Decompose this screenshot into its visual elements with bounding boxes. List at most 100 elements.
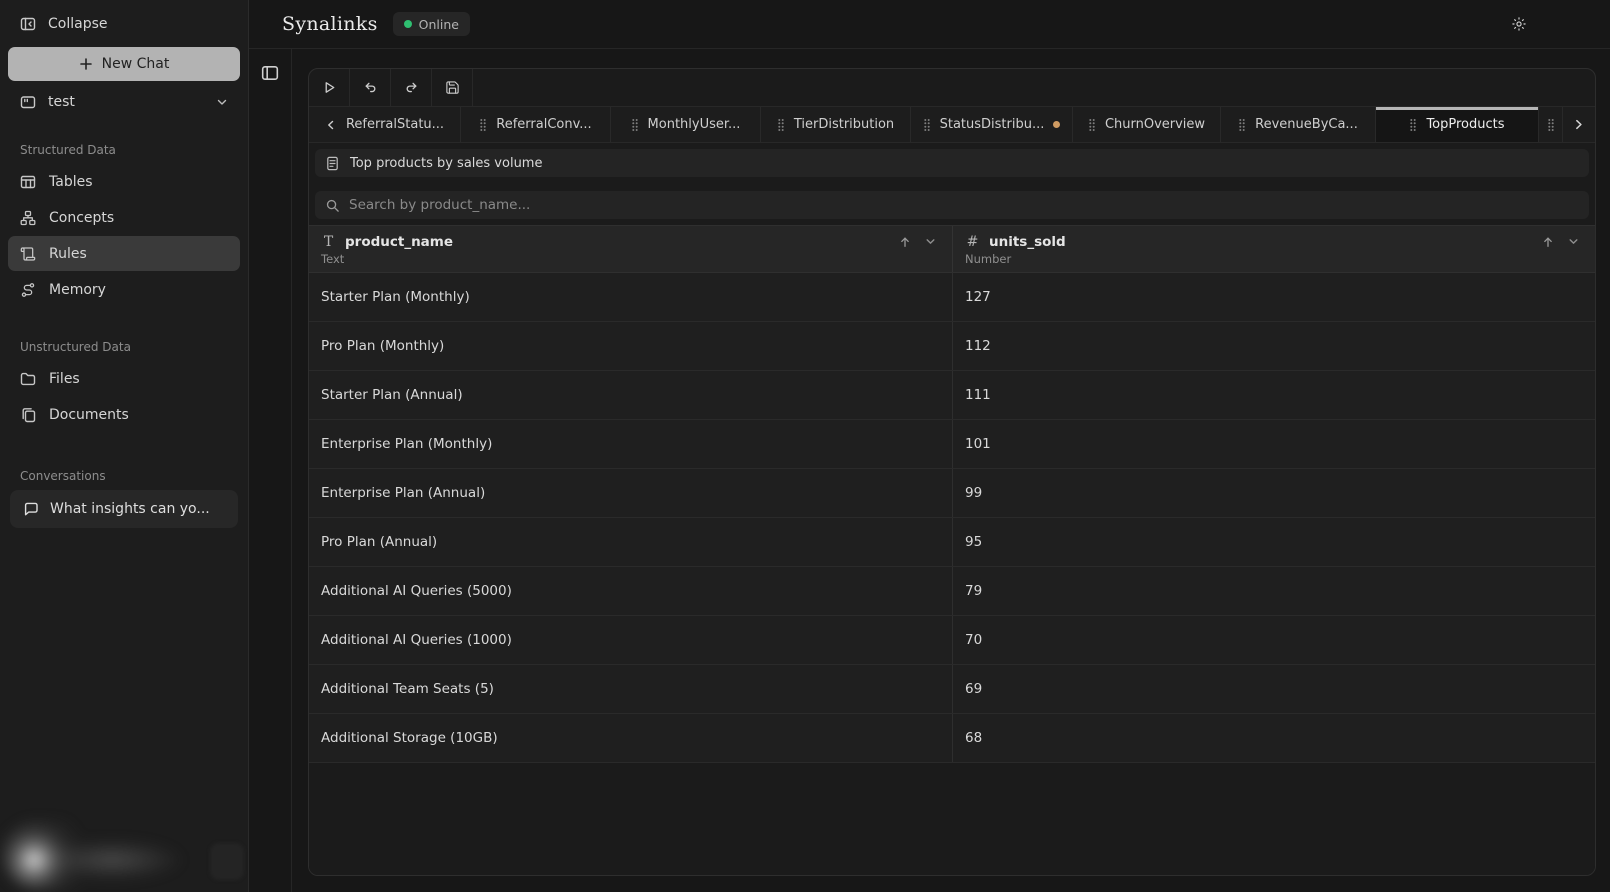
cell-product-name[interactable]: Additional Storage (10GB): [309, 714, 952, 762]
tab-referralconv[interactable]: ReferralConv...: [461, 107, 611, 142]
drag-handle-icon[interactable]: [1409, 118, 1417, 132]
undo-button[interactable]: [350, 69, 391, 106]
cell-product-name[interactable]: Starter Plan (Annual): [309, 371, 952, 419]
documents-copy-icon: [20, 407, 36, 423]
table-row[interactable]: Pro Plan (Annual) 95: [309, 518, 1595, 567]
online-dot-icon: [403, 20, 412, 28]
section-structured-data: Structured Data: [20, 143, 116, 157]
partial-tab[interactable]: [1539, 107, 1563, 142]
tab-topproducts[interactable]: TopProducts: [1376, 107, 1539, 142]
column-type: Text: [321, 251, 345, 266]
drag-handle-icon[interactable]: [923, 118, 931, 132]
cell-product-name[interactable]: Enterprise Plan (Annual): [309, 469, 952, 517]
save-button[interactable]: [432, 69, 473, 106]
tab-bar: ReferralStatu... ReferralConv... Monthly…: [309, 107, 1595, 143]
cell-units-sold[interactable]: 127: [952, 273, 1595, 321]
drag-handle-icon: [1547, 118, 1555, 132]
table-row[interactable]: Additional Team Seats (5) 69: [309, 665, 1595, 714]
main-column: Synalinks Online ReferralStatu... Referr…: [249, 0, 1610, 892]
tab-label: RevenueByCa...: [1255, 117, 1358, 132]
column-header-product-name[interactable]: T product_name Text: [309, 226, 952, 272]
toggle-sidebar-button[interactable]: [256, 64, 284, 92]
tab-statusdistribution[interactable]: StatusDistribu...: [911, 107, 1073, 142]
cell-units-sold[interactable]: 70: [952, 616, 1595, 664]
cell-units-sold[interactable]: 95: [952, 518, 1595, 566]
cell-units-sold[interactable]: 112: [952, 322, 1595, 370]
sidebar-item-documents[interactable]: Documents: [8, 397, 240, 432]
conversation-item[interactable]: What insights can yo...: [10, 490, 238, 528]
tab-scroll-right-button[interactable]: [1563, 107, 1593, 142]
tab-tierdistribution[interactable]: TierDistribution: [761, 107, 911, 142]
project-item-test[interactable]: test: [8, 88, 240, 116]
cell-product-name[interactable]: Starter Plan (Monthly): [309, 273, 952, 321]
drag-handle-icon[interactable]: [1238, 118, 1246, 132]
blurred-corner-button: [210, 843, 244, 880]
tab-monthlyuser[interactable]: MonthlyUser...: [611, 107, 761, 142]
cell-product-name[interactable]: Additional AI Queries (1000): [309, 616, 952, 664]
cell-units-sold[interactable]: 111: [952, 371, 1595, 419]
sidebar-item-rules[interactable]: Rules: [8, 236, 240, 271]
table-row[interactable]: Starter Plan (Monthly) 127: [309, 273, 1595, 322]
column-menu-chevron-icon[interactable]: [1568, 236, 1579, 247]
search-bar: [315, 191, 1589, 219]
drag-handle-icon[interactable]: [1088, 118, 1096, 132]
cell-product-name[interactable]: Pro Plan (Monthly): [309, 322, 952, 370]
sidebar-item-label: Documents: [49, 406, 129, 423]
tab-revenuebycategory[interactable]: RevenueByCa...: [1221, 107, 1376, 142]
search-icon: [325, 198, 340, 213]
search-input[interactable]: [349, 197, 1579, 213]
cell-units-sold[interactable]: 99: [952, 469, 1595, 517]
sidebar-item-label: Tables: [49, 173, 93, 190]
project-name: test: [48, 94, 75, 110]
cell-product-name[interactable]: Additional Team Seats (5): [309, 665, 952, 713]
top-header: Synalinks Online: [249, 0, 1610, 49]
cell-units-sold[interactable]: 69: [952, 665, 1595, 713]
cell-product-name[interactable]: Pro Plan (Annual): [309, 518, 952, 566]
new-chat-label: New Chat: [101, 56, 170, 72]
table-row[interactable]: Enterprise Plan (Annual) 99: [309, 469, 1595, 518]
tab-label: MonthlyUser...: [647, 117, 741, 132]
chevron-down-icon[interactable]: [216, 96, 228, 108]
theme-toggle-button[interactable]: [1504, 9, 1534, 39]
new-chat-button[interactable]: New Chat: [8, 47, 240, 81]
cell-units-sold[interactable]: 68: [952, 714, 1595, 762]
blurred-logo: [2, 820, 187, 890]
sort-arrow-up-icon[interactable]: [1541, 235, 1555, 249]
cell-product-name[interactable]: Enterprise Plan (Monthly): [309, 420, 952, 468]
panel-toggle-strip: [249, 49, 292, 892]
sidebar-item-memory[interactable]: Memory: [8, 272, 240, 307]
cell-units-sold[interactable]: 101: [952, 420, 1595, 468]
cell-units-sold[interactable]: 79: [952, 567, 1595, 615]
drag-handle-icon[interactable]: [777, 118, 785, 132]
sidebar: Collapse New Chat test Structured Data T…: [0, 0, 249, 892]
table-row[interactable]: Enterprise Plan (Monthly) 101: [309, 420, 1595, 469]
redo-button[interactable]: [391, 69, 432, 106]
app-root: Collapse New Chat test Structured Data T…: [0, 0, 1610, 892]
undo-icon: [363, 80, 378, 95]
tab-label: ChurnOverview: [1104, 117, 1206, 132]
cell-product-name[interactable]: Additional AI Queries (5000): [309, 567, 952, 615]
section-conversations: Conversations: [20, 469, 106, 483]
column-menu-chevron-icon[interactable]: [925, 236, 936, 247]
unsaved-dot-icon: [1053, 121, 1061, 128]
table-row[interactable]: Pro Plan (Monthly) 112: [309, 322, 1595, 371]
sidebar-item-files[interactable]: Files: [8, 361, 240, 396]
tab-referralstatus[interactable]: ReferralStatu...: [309, 107, 461, 142]
column-name: product_name: [345, 233, 454, 250]
run-button[interactable]: [309, 69, 350, 106]
table-row[interactable]: Additional Storage (10GB) 68: [309, 714, 1595, 763]
sidebar-item-concepts[interactable]: Concepts: [8, 200, 240, 235]
drag-handle-icon[interactable]: [479, 118, 487, 132]
column-header-units-sold[interactable]: # units_sold Number: [952, 226, 1595, 272]
drag-handle-icon[interactable]: [631, 118, 639, 132]
tab-scroll-left-icon[interactable]: [325, 119, 337, 131]
collapse-label: Collapse: [48, 16, 108, 32]
collapse-sidebar-button[interactable]: Collapse: [8, 10, 240, 38]
table-row[interactable]: Starter Plan (Annual) 111: [309, 371, 1595, 420]
sidebar-item-tables[interactable]: Tables: [8, 164, 240, 199]
tab-churnoverview[interactable]: ChurnOverview: [1073, 107, 1221, 142]
view-description-bar: Top products by sales volume: [315, 149, 1589, 177]
table-row[interactable]: Additional AI Queries (1000) 70: [309, 616, 1595, 665]
sort-arrow-up-icon[interactable]: [898, 235, 912, 249]
table-row[interactable]: Additional AI Queries (5000) 79: [309, 567, 1595, 616]
